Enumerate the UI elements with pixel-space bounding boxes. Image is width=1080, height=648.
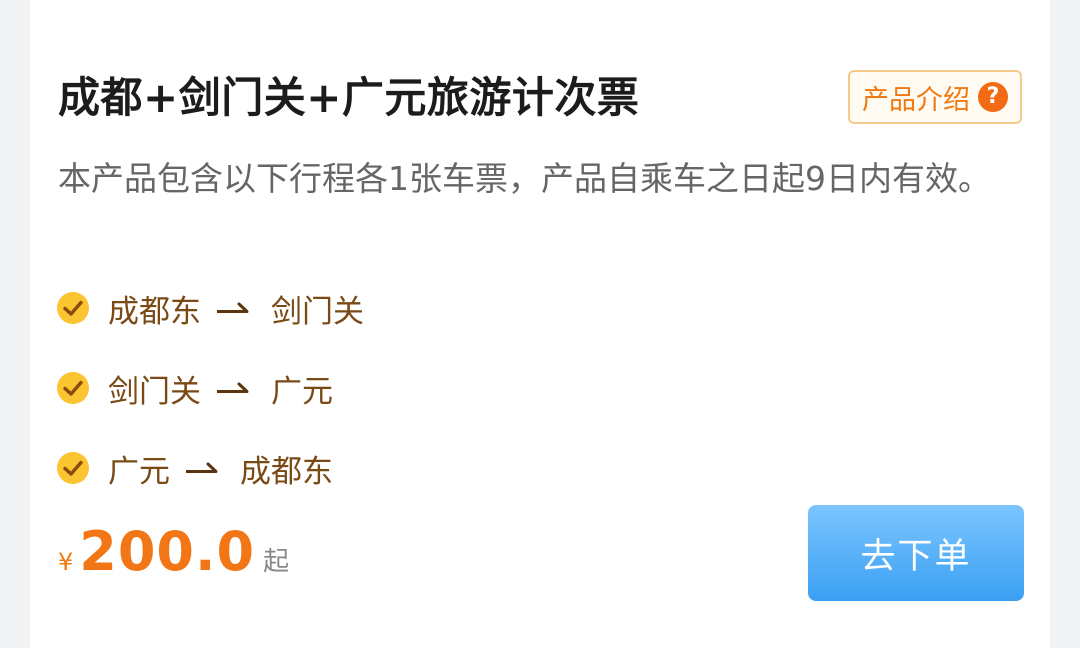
route-item: 广元 成都东 [56, 442, 364, 494]
check-circle-icon [57, 292, 89, 324]
right-arrow-icon [217, 382, 249, 393]
product-description: 本产品包含以下行程各1张车票，产品自乘车之日起9日内有效。 [58, 159, 991, 198]
check-circle-icon [57, 372, 89, 404]
price: ¥ 200.0 起 [58, 520, 289, 590]
product-card: 成都+剑门关+广元旅游计次票 产品介绍 ? 本产品包含以下行程各1张车票，产品自… [30, 0, 1050, 648]
route-from: 广元 [108, 453, 170, 490]
product-intro-label: 产品介绍 [862, 84, 970, 116]
route-from: 剑门关 [108, 373, 201, 410]
product-intro-button[interactable]: 产品介绍 ? [848, 70, 1022, 124]
route-to: 剑门关 [271, 293, 364, 330]
price-amount: 200.0 [79, 520, 256, 583]
right-arrow-icon [217, 302, 249, 313]
route-to: 广元 [271, 373, 333, 410]
question-circle-icon: ? [978, 82, 1008, 112]
route-item: 成都东 剑门关 [56, 282, 364, 334]
price-suffix: 起 [263, 547, 290, 577]
currency-symbol: ¥ [58, 548, 74, 576]
check-circle-icon [57, 452, 89, 484]
route-list: 成都东 剑门关 剑门关 广元 广元 成都东 [56, 282, 364, 522]
route-item: 剑门关 广元 [56, 362, 364, 414]
route-to: 成都东 [240, 453, 333, 490]
route-from: 成都东 [108, 293, 201, 330]
right-arrow-icon [186, 462, 218, 473]
product-title: 成都+剑门关+广元旅游计次票 [58, 73, 640, 122]
order-button[interactable]: 去下单 [808, 505, 1024, 601]
